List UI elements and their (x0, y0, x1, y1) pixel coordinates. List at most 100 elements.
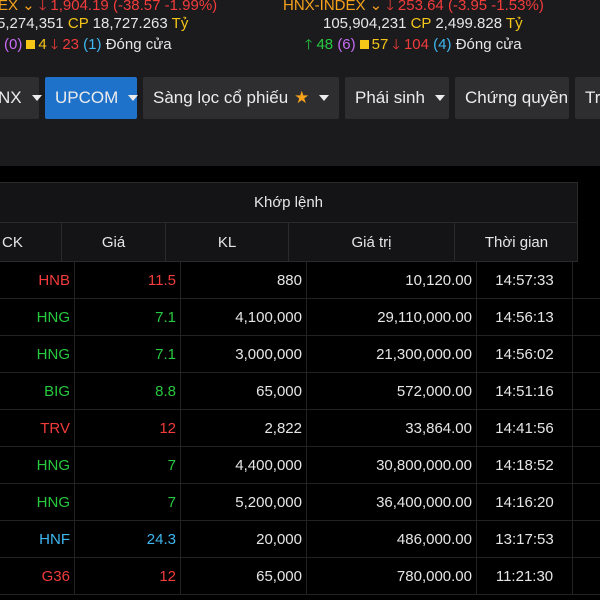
cell-value: 572,000.00 (307, 373, 477, 410)
right-index-ceiling: (6) (337, 36, 356, 53)
column-header-thoi-gian[interactable]: Thời gian (455, 223, 578, 262)
right-index-value: 253.64 (397, 0, 444, 14)
cell-symbol: HNG (0, 484, 75, 521)
tab-hnx[interactable]: NX (0, 77, 42, 119)
table-row[interactable]: HNG 7 4,400,000 30,800,000.00 14:18:52 (0, 447, 600, 484)
right-index-volume: 105,904,231 (323, 15, 407, 32)
left-index-value: 1,904.19 (50, 0, 109, 14)
cell-price: 7.1 (75, 299, 181, 336)
left-index-line3: (0) 4 🡓 23 (1) Đóng cửa (4, 35, 172, 54)
cell-price: 7 (75, 447, 181, 484)
column-header-kl[interactable]: KL (166, 223, 289, 262)
chevron-down-icon[interactable]: ⌄ (366, 0, 383, 14)
tab-derivatives[interactable]: Phái sinh (345, 77, 449, 119)
star-icon: ★ (294, 88, 310, 107)
cell-volume: 2,822 (181, 410, 307, 447)
tab-warrants[interactable]: Chứng quyền (455, 77, 569, 119)
cell-volume: 3,000,000 (181, 336, 307, 373)
arrow-down-icon: 🡓 (386, 0, 394, 13)
right-index-status: Đóng cửa (455, 36, 522, 53)
chevron-down-icon[interactable]: ⌄ (18, 0, 35, 14)
right-index-amount: 2,499.828 (435, 15, 503, 32)
cell-value: 30,800,000.00 (307, 447, 477, 484)
chevron-down-icon (128, 95, 139, 101)
column-header-ck[interactable]: CK (0, 223, 62, 262)
table-body: HNB 11.5 880 10,120.00 14:57:33 HNG 7.1 4,100,0… (0, 262, 600, 595)
table-group-header: Khớp lệnh (0, 182, 578, 222)
right-index-line2: 105,904,231 CP 2,499.828 Tỷ (323, 15, 523, 33)
tab-label: NX (0, 88, 22, 107)
arrow-down-icon: 🡓 (38, 0, 47, 13)
cell-price: 7.1 (75, 336, 181, 373)
chevron-down-icon (31, 95, 42, 101)
column-header-gia-tri[interactable]: Giá trị (289, 223, 455, 262)
left-index-unchanged: 4 (38, 36, 47, 53)
chevron-down-icon (434, 95, 445, 101)
left-index-name: EX (0, 0, 19, 14)
cell-time: 14:57:33 (477, 262, 573, 299)
table-row[interactable]: G36 12 65,000 780,000.00 11:21:30 (0, 558, 600, 595)
matched-orders-table: Khớp lệnh CK Giá KL Giá trị Thời gian HN… (0, 166, 600, 600)
cell-time: 14:56:02 (477, 336, 573, 373)
left-index-status: Đóng cửa (105, 36, 172, 53)
table-row[interactable]: HNG 7.1 4,100,000 29,110,000.00 14:56:13 (0, 299, 600, 336)
cell-symbol: HNB (0, 262, 75, 299)
cell-volume: 880 (181, 262, 307, 299)
arrow-down-icon: 🡓 (50, 36, 59, 52)
left-index-amount: 18,727.263 (92, 15, 168, 32)
cell-price: 7 (75, 484, 181, 521)
market-index-bar: EX ⌄ 🡓 1,904.19 (-38.57 -1.99%) 5,274,35… (0, 0, 600, 62)
cell-price: 24.3 (75, 521, 181, 558)
cell-time: 14:16:20 (477, 484, 573, 521)
cell-value: 29,110,000.00 (307, 299, 477, 336)
left-index-cp-label: CP (67, 15, 89, 32)
table-row[interactable]: BIG 8.8 65,000 572,000.00 14:51:16 (0, 373, 600, 410)
chevron-down-icon (319, 95, 330, 101)
cell-time: 13:17:53 (477, 521, 573, 558)
cell-value: 21,300,000.00 (307, 336, 477, 373)
left-index-down: 23 (62, 36, 79, 53)
tab-bonds[interactable]: Trá (575, 77, 600, 119)
tab-upcom[interactable]: UPCOM (45, 77, 139, 119)
table-row[interactable]: HNG 7.1 3,000,000 21,300,000.00 14:56:02 (0, 336, 600, 373)
right-index-line1[interactable]: HNX-INDEX ⌄ 🡓 253.64 (-3.95 -1.53%) (283, 0, 544, 15)
cell-price: 11.5 (75, 262, 181, 299)
right-index-cp-label: CP (410, 15, 432, 32)
tab-label: Trá (585, 88, 600, 107)
tab-label: Phái sinh (355, 88, 425, 107)
unchanged-square-icon (359, 40, 369, 50)
right-index-change: (-3.95 -1.53%) (447, 0, 544, 14)
right-index-name: HNX-INDEX (283, 0, 366, 14)
left-index-ceiling: (0) (4, 36, 23, 53)
cell-price: 8.8 (75, 373, 181, 410)
left-index-line2: 5,274,351 CP 18,727.263 Tỷ (0, 15, 188, 33)
right-index-unit: Tỷ (505, 15, 523, 32)
cell-volume: 65,000 (181, 373, 307, 410)
cell-value: 36,400,000.00 (307, 484, 477, 521)
right-index-up: 48 (316, 36, 334, 53)
cell-volume: 65,000 (181, 558, 307, 595)
cell-volume: 4,100,000 (181, 299, 307, 336)
column-header-gia[interactable]: Giá (62, 223, 166, 262)
cell-time: 14:56:13 (477, 299, 573, 336)
cell-symbol: G36 (0, 558, 75, 595)
tab-label: Chứng quyền (465, 88, 569, 107)
tab-stock-screener[interactable]: Sàng lọc cổ phiếu ★ (143, 77, 339, 119)
cell-time: 14:51:16 (477, 373, 573, 410)
cell-time: 14:18:52 (477, 447, 573, 484)
left-index-floor: (1) (83, 36, 102, 53)
right-index-floor: (4) (433, 36, 452, 53)
table-row[interactable]: HNG 7 5,200,000 36,400,000.00 14:16:20 (0, 484, 600, 521)
cell-volume: 4,400,000 (181, 447, 307, 484)
cell-symbol: HNG (0, 447, 75, 484)
tab-label: Sàng lọc cổ phiếu (153, 88, 289, 107)
cell-value: 10,120.00 (307, 262, 477, 299)
table-row[interactable]: TRV 12 2,822 33,864.00 14:41:56 (0, 410, 600, 447)
cell-volume: 20,000 (181, 521, 307, 558)
arrow-up-icon: 🡑 (305, 36, 313, 52)
left-index-line1[interactable]: EX ⌄ 🡓 1,904.19 (-38.57 -1.99%) (0, 0, 217, 15)
cell-symbol: HNG (0, 299, 75, 336)
cell-price: 12 (75, 410, 181, 447)
table-row[interactable]: HNF 24.3 20,000 486,000.00 13:17:53 (0, 521, 600, 558)
table-row[interactable]: HNB 11.5 880 10,120.00 14:57:33 (0, 262, 600, 299)
